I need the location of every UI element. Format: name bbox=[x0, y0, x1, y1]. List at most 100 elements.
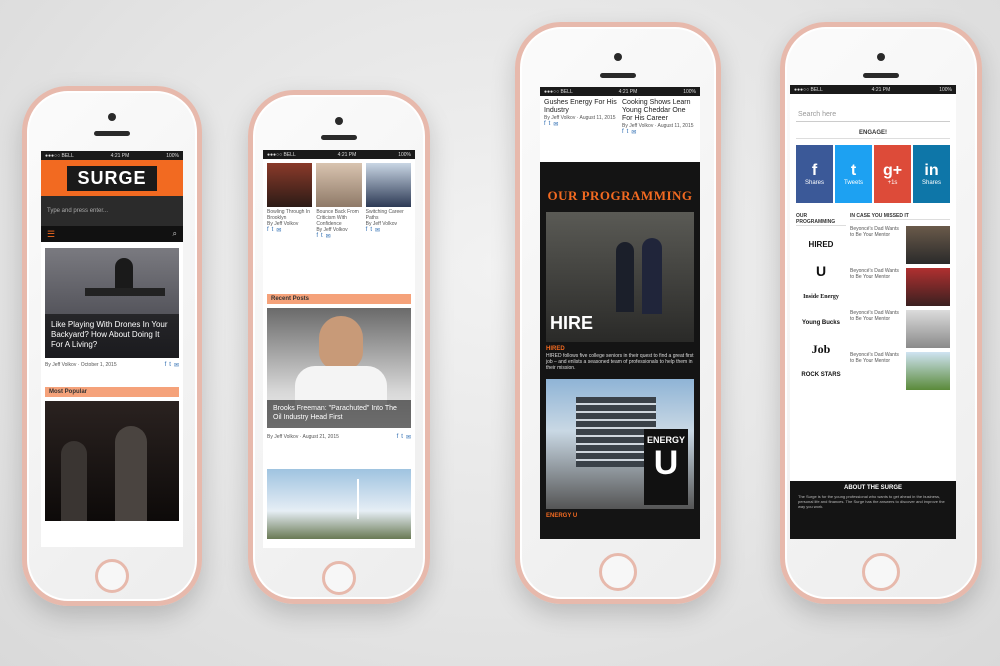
battery: 100% bbox=[398, 151, 411, 158]
facebook-icon[interactable]: f bbox=[622, 129, 624, 136]
email-icon[interactable]: ✉ bbox=[276, 227, 281, 234]
thumb-caption[interactable]: Bounce Back From Criticism With Confiden… bbox=[316, 209, 361, 227]
clock: 4:21 PM bbox=[618, 88, 638, 95]
missed-caption[interactable]: Beyoncé's Dad Wants to Be Your Mentor bbox=[850, 310, 903, 348]
missed-column: IN CASE YOU MISSED IT Beyoncé's Dad Want… bbox=[850, 213, 950, 390]
battery: 100% bbox=[939, 86, 952, 93]
site-logo[interactable]: SURGE bbox=[67, 165, 157, 191]
share-icons[interactable]: f t ✉ bbox=[544, 121, 618, 128]
hire-title[interactable]: HIRED bbox=[546, 346, 694, 352]
twitter-share-button[interactable]: t Tweets bbox=[835, 145, 872, 203]
share-icons[interactable]: f t ✉ bbox=[165, 362, 179, 369]
top-article-title[interactable]: Gushes Energy For His Industry bbox=[544, 99, 618, 115]
front-camera bbox=[335, 117, 343, 125]
top-article-title[interactable]: Cooking Shows Learn Young Cheddar One Fo… bbox=[622, 99, 696, 123]
earpiece-speaker bbox=[321, 135, 357, 140]
missed-caption[interactable]: Beyoncé's Dad Wants to Be Your Mentor bbox=[850, 226, 903, 264]
hire-program-card[interactable]: HIRE bbox=[546, 212, 694, 342]
share-icons[interactable]: f t ✉ bbox=[316, 233, 361, 240]
twitter-icon[interactable]: t bbox=[370, 227, 372, 234]
missed-caption[interactable]: Beyoncé's Dad Wants to Be Your Mentor bbox=[850, 268, 903, 306]
facebook-icon[interactable]: f bbox=[366, 227, 368, 234]
email-icon[interactable]: ✉ bbox=[631, 129, 636, 136]
front-camera bbox=[614, 53, 622, 61]
email-icon[interactable]: ✉ bbox=[406, 434, 411, 441]
hamburger-icon[interactable]: ☰ bbox=[47, 229, 55, 240]
share-icons[interactable]: f t ✉ bbox=[622, 129, 696, 136]
list-item[interactable]: Beyoncé's Dad Wants to Be Your Mentor bbox=[850, 352, 950, 390]
program-logo[interactable]: Job bbox=[796, 336, 846, 362]
twitter-icon[interactable]: t bbox=[169, 362, 171, 369]
share-label: Shares bbox=[921, 180, 941, 186]
section-most-popular: Most Popular bbox=[45, 387, 179, 397]
popular-article-image[interactable] bbox=[45, 401, 179, 521]
facebook-icon[interactable]: f bbox=[316, 233, 318, 240]
energy-logo-box: ENERGY U bbox=[644, 429, 688, 505]
email-icon[interactable]: ✉ bbox=[553, 121, 558, 128]
energy-title[interactable]: ENERGY U bbox=[546, 513, 694, 519]
thumb-card[interactable]: Bounce Back From Criticism With Confiden… bbox=[316, 163, 362, 240]
energy-program-card[interactable]: ENERGY U bbox=[546, 379, 694, 509]
search-icon[interactable]: ⌕ bbox=[173, 229, 177, 239]
hero-meta: By Jeff Volkov · October 1, 2015 bbox=[45, 362, 117, 368]
hero-meta-row: By Jeff Volkov · October 1, 2015 f t ✉ bbox=[41, 358, 183, 373]
share-icons[interactable]: f t ✉ bbox=[366, 227, 411, 234]
missed-caption[interactable]: Beyoncé's Dad Wants to Be Your Mentor bbox=[850, 352, 903, 390]
twitter-icon[interactable]: t bbox=[627, 129, 629, 136]
feature-headline[interactable]: Brooks Freeman: "Parachuted" Into The Oi… bbox=[267, 400, 411, 428]
facebook-icon[interactable]: f bbox=[267, 227, 269, 234]
google-plus-share-button[interactable]: g+ +1s bbox=[874, 145, 911, 203]
phone-mockup-2: ●●●○○ BELL 4:21 PM 100% Bowling Through … bbox=[248, 90, 430, 604]
program-logo[interactable]: HIRED bbox=[796, 232, 846, 258]
energy-logo-u: U bbox=[653, 444, 679, 482]
front-camera bbox=[108, 113, 116, 121]
thumb-card[interactable]: Bowling Through In Brooklyn By Jeff Volk… bbox=[267, 163, 313, 240]
feature-image-face bbox=[319, 316, 363, 370]
thumb-caption[interactable]: Switching Career Paths bbox=[366, 209, 411, 221]
next-article-image[interactable] bbox=[267, 469, 411, 539]
program-logo[interactable]: U bbox=[796, 258, 846, 284]
twitter-icon[interactable]: t bbox=[272, 227, 274, 234]
clock: 4:21 PM bbox=[337, 151, 357, 158]
home-button[interactable] bbox=[862, 553, 900, 591]
search-input[interactable]: Search here bbox=[796, 108, 950, 122]
twitter-icon[interactable]: t bbox=[549, 121, 551, 128]
hero-article[interactable]: Like Playing With Drones In Your Backyar… bbox=[45, 248, 179, 358]
list-item[interactable]: Beyoncé's Dad Wants to Be Your Mentor bbox=[850, 226, 950, 264]
facebook-icon[interactable]: f bbox=[165, 362, 167, 369]
home-button[interactable] bbox=[95, 559, 129, 593]
programming-title: OUR PROGRAMMING bbox=[796, 213, 846, 226]
facebook-icon[interactable]: f bbox=[397, 434, 399, 441]
top-article-right[interactable]: Cooking Shows Learn Young Cheddar One Fo… bbox=[622, 99, 696, 159]
carrier: ●●●○○ BELL bbox=[267, 151, 296, 158]
section-recent-posts: Recent Posts bbox=[267, 294, 411, 304]
feature-article[interactable]: Brooks Freeman: "Parachuted" Into The Oi… bbox=[267, 308, 411, 428]
program-logo[interactable]: Inside Energy bbox=[796, 284, 846, 310]
carrier: ●●●○○ BELL bbox=[45, 152, 74, 159]
top-articles: Gushes Energy For His Industry By Jeff V… bbox=[540, 96, 700, 162]
engage-title: ENGAGE! bbox=[796, 130, 950, 139]
clock: 4:21 PM bbox=[871, 86, 891, 93]
email-icon[interactable]: ✉ bbox=[326, 233, 331, 240]
thumb-caption[interactable]: Bowling Through In Brooklyn bbox=[267, 209, 312, 221]
email-icon[interactable]: ✉ bbox=[375, 227, 380, 234]
linkedin-share-button[interactable]: in Shares bbox=[913, 145, 950, 203]
thumb-card[interactable]: Switching Career Paths By Jeff Volkov ft… bbox=[365, 163, 411, 240]
twitter-icon[interactable]: t bbox=[401, 434, 403, 441]
program-logo[interactable]: ROCK STARS bbox=[796, 362, 846, 388]
home-button[interactable] bbox=[322, 561, 356, 595]
program-logo[interactable]: Young Bucks bbox=[796, 310, 846, 336]
twitter-icon[interactable]: t bbox=[321, 233, 323, 240]
list-item[interactable]: Beyoncé's Dad Wants to Be Your Mentor bbox=[850, 310, 950, 348]
top-article-left[interactable]: Gushes Energy For His Industry By Jeff V… bbox=[544, 99, 618, 159]
share-icons[interactable]: f t ✉ bbox=[397, 434, 411, 441]
email-icon[interactable]: ✉ bbox=[174, 362, 179, 369]
thumb-image bbox=[365, 163, 411, 207]
search-input[interactable]: Type and press enter... bbox=[47, 208, 108, 214]
facebook-share-button[interactable]: f Shares bbox=[796, 145, 833, 203]
list-item[interactable]: Beyoncé's Dad Wants to Be Your Mentor bbox=[850, 268, 950, 306]
share-icons[interactable]: f t ✉ bbox=[267, 227, 312, 234]
hero-headline[interactable]: Like Playing With Drones In Your Backyar… bbox=[45, 314, 179, 358]
home-button[interactable] bbox=[599, 553, 637, 591]
facebook-icon[interactable]: f bbox=[544, 121, 546, 128]
